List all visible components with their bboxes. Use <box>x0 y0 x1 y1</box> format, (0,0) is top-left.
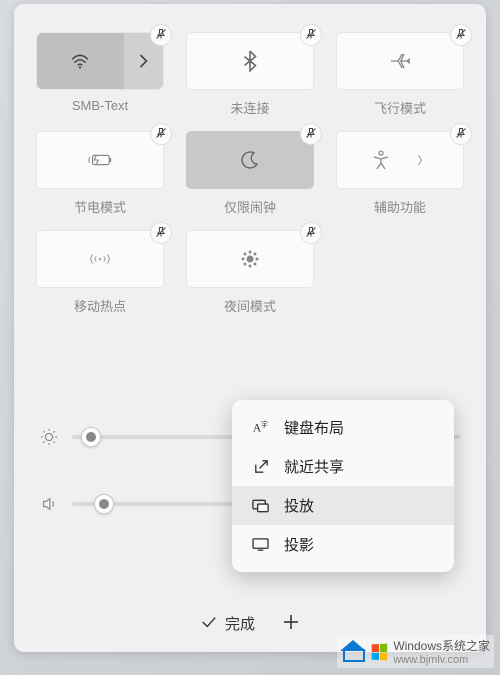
cast-icon <box>250 498 270 514</box>
add-popup: A字 键盘布局 就近共享 投放 投影 <box>232 400 454 572</box>
popup-item-keyboard[interactable]: A字 键盘布局 <box>232 408 454 447</box>
brightness-thumb[interactable] <box>81 427 101 447</box>
volume-thumb[interactable] <box>94 494 114 514</box>
tile-hotspot-wrap: 移动热点 <box>36 230 164 315</box>
tile-battery-wrap: 节电模式 <box>36 131 164 216</box>
tile-nightlight[interactable] <box>186 230 314 288</box>
tile-focus[interactable] <box>186 131 314 189</box>
tile-wifi-wrap: SMB-Text <box>36 32 164 117</box>
done-label: 完成 <box>225 613 255 634</box>
tile-accessibility-label: 辅助功能 <box>374 197 426 216</box>
unpin-icon <box>155 28 167 43</box>
popup-item-project[interactable]: 投影 <box>232 525 454 564</box>
tile-bluetooth[interactable] <box>186 32 314 90</box>
footer: 完成 <box>36 597 464 634</box>
unpin-battery-button[interactable] <box>150 123 172 145</box>
chevron-right-icon <box>139 54 148 68</box>
unpin-icon <box>155 226 167 241</box>
tile-airplane-label: 飞行模式 <box>374 98 426 117</box>
tile-bluetooth-label: 未连接 <box>230 98 269 117</box>
windows-logo-icon <box>372 643 387 660</box>
moon-icon <box>240 150 260 170</box>
svg-text:字: 字 <box>261 420 268 429</box>
tile-airplane[interactable] <box>336 32 464 90</box>
unpin-focus-button[interactable] <box>300 123 322 145</box>
plus-icon <box>283 614 299 634</box>
tile-focus-wrap: 仅限闹钟 <box>186 131 314 216</box>
check-icon <box>201 615 217 633</box>
watermark-text: Windows系统之家 www.bjmlv.com <box>393 637 490 666</box>
popup-item-label: 投放 <box>284 495 314 516</box>
unpin-accessibility-button[interactable] <box>450 123 472 145</box>
tile-hotspot[interactable] <box>36 230 164 288</box>
tile-wifi-toggle[interactable] <box>37 33 123 89</box>
unpin-wifi-button[interactable] <box>150 24 172 46</box>
tile-wifi-label: SMB-Text <box>72 98 128 113</box>
tile-airplane-wrap: 飞行模式 <box>336 32 464 117</box>
chevron-right-icon: 〉 <box>418 152 429 168</box>
watermark: Windows系统之家 www.bjmlv.com <box>337 635 494 668</box>
popup-item-label: 投影 <box>284 534 314 555</box>
tile-battery-label: 节电模式 <box>74 197 126 216</box>
share-icon <box>250 458 270 475</box>
unpin-airplane-button[interactable] <box>450 24 472 46</box>
tile-nightlight-label: 夜间模式 <box>224 296 276 315</box>
accessibility-icon <box>372 150 390 170</box>
brightness-icon <box>40 428 58 446</box>
popup-item-label: 就近共享 <box>284 456 344 477</box>
popup-item-cast[interactable]: 投放 <box>232 486 454 525</box>
nightlight-icon <box>240 249 260 269</box>
wifi-icon <box>70 53 90 69</box>
tile-accessibility-wrap: 〉 辅助功能 <box>336 131 464 216</box>
unpin-icon <box>155 127 167 142</box>
unpin-icon <box>305 226 317 241</box>
tile-focus-label: 仅限闹钟 <box>224 197 276 216</box>
project-icon <box>250 537 270 552</box>
unpin-bluetooth-button[interactable] <box>300 24 322 46</box>
tile-wifi[interactable] <box>36 32 164 90</box>
unpin-hotspot-button[interactable] <box>150 222 172 244</box>
unpin-icon <box>305 28 317 43</box>
tile-accessibility[interactable]: 〉 <box>336 131 464 189</box>
battery-saver-icon <box>87 152 113 168</box>
done-button[interactable]: 完成 <box>201 613 255 634</box>
unpin-icon <box>455 28 467 43</box>
unpin-icon <box>305 127 317 142</box>
add-button[interactable] <box>283 614 299 634</box>
house-icon <box>341 642 365 662</box>
unpin-nightlight-button[interactable] <box>300 222 322 244</box>
tile-battery[interactable] <box>36 131 164 189</box>
tile-hotspot-label: 移动热点 <box>74 296 126 315</box>
popup-item-label: 键盘布局 <box>284 417 344 438</box>
airplane-icon <box>389 51 411 71</box>
popup-item-nearby[interactable]: 就近共享 <box>232 447 454 486</box>
volume-icon <box>40 496 58 512</box>
tile-nightlight-wrap: 夜间模式 <box>186 230 314 315</box>
keyboard-layout-icon: A字 <box>250 420 270 436</box>
tiles-grid: SMB-Text 未连接 <box>36 32 464 315</box>
bluetooth-icon <box>243 50 257 72</box>
hotspot-icon <box>89 250 111 268</box>
unpin-icon <box>455 127 467 142</box>
tile-bluetooth-wrap: 未连接 <box>186 32 314 117</box>
